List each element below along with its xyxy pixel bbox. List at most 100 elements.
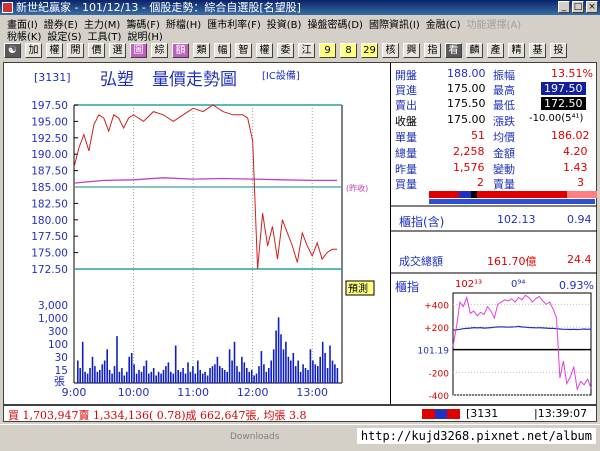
volume-bar <box>287 356 290 384</box>
unit-volume-value: 51 <box>471 129 485 142</box>
close-button[interactable]: × <box>586 1 598 13</box>
toolbar-button[interactable]: 核 <box>382 43 399 58</box>
minimize-button[interactable]: _ <box>558 1 570 13</box>
volume-bar <box>211 366 214 383</box>
menu-item[interactable]: 投資(B) <box>264 16 305 31</box>
toolbar-button[interactable]: 綜 <box>151 43 168 58</box>
bid-label: 買進 <box>395 84 417 97</box>
volume-bar <box>228 349 231 384</box>
menu-item[interactable]: 國際資訊(I) <box>366 16 423 31</box>
volume-bar <box>204 371 206 384</box>
toolbar-button[interactable]: 智 <box>235 43 252 58</box>
volume-bar <box>231 360 233 383</box>
volume-bar <box>165 366 167 383</box>
otc-tick-label: 101.19 <box>418 347 450 357</box>
toolbar-button[interactable]: 權 <box>256 43 273 58</box>
ref-price-tag: (昨收) <box>346 183 368 193</box>
turnover-value: 161.70億 <box>487 255 537 268</box>
bid-value: 175.00 <box>447 82 486 95</box>
menu-item[interactable]: 金融(C) <box>423 16 464 31</box>
toolbar-button[interactable]: ☯ <box>4 43 21 58</box>
volume-bar <box>250 369 253 383</box>
volume-bar <box>157 371 160 384</box>
forecast-marker: 預測 <box>348 282 368 295</box>
status-bar: 買 1,703,947賣 1,334,136( 0.78)成 662,647張,… <box>3 405 597 422</box>
avg-price-label: 均價 <box>493 131 515 144</box>
toolbar-button[interactable]: 幅 <box>214 43 231 58</box>
volume-bar <box>280 334 282 384</box>
toolbar-button[interactable]: 29 <box>361 43 378 58</box>
toolbar-button[interactable]: 開 <box>67 43 84 58</box>
volume-tick-label: 1,000 <box>38 313 68 325</box>
volume-bar <box>177 369 179 383</box>
toolbar-button[interactable]: 麟 <box>466 43 483 58</box>
toolbar-button[interactable]: 指 <box>424 43 441 58</box>
volume-bar <box>135 373 138 383</box>
toolbar-button[interactable]: 看 <box>445 43 462 58</box>
open-value: 188.00 <box>447 67 486 80</box>
volume-bar <box>77 360 79 383</box>
toolbar-button[interactable]: 類 <box>193 43 210 58</box>
volume-bar <box>216 356 219 384</box>
industry-tag: [IC設備] <box>262 69 300 82</box>
toolbar-button[interactable]: 江 <box>298 43 315 58</box>
stock-code-input[interactable]: [3131 <box>466 407 498 420</box>
volume-bar <box>272 349 275 384</box>
volume-bar <box>223 369 226 383</box>
volume-bar <box>258 366 260 383</box>
change-label: 漲跌 <box>493 115 515 128</box>
otc-tick-label: +400 <box>424 301 449 311</box>
buy-sell-bar <box>429 191 459 198</box>
volume-bar <box>214 364 216 384</box>
volume-bar <box>108 369 111 383</box>
toolbar-button[interactable]: 基 <box>529 43 546 58</box>
total-volume-value: 2,258 <box>453 145 485 158</box>
toolbar-button[interactable]: 精 <box>508 43 525 58</box>
toolbar-button[interactable]: 產 <box>487 43 504 58</box>
volume-bar <box>294 366 297 383</box>
volume-bar <box>282 349 285 384</box>
toolbar-button[interactable]: 委 <box>277 43 294 58</box>
price-tick-label: 177.50 <box>31 231 68 243</box>
toolbar-button[interactable]: 興 <box>403 43 420 58</box>
toolbar-button[interactable]: 選 <box>109 43 126 58</box>
yest-volume-value: 1,576 <box>453 161 485 174</box>
menu-item[interactable]: 操盤密碼(D) <box>304 16 366 31</box>
otc-index-line <box>452 294 592 392</box>
volume-bar <box>150 371 153 384</box>
toolbar-button[interactable]: 加 <box>25 43 42 58</box>
volume-bar <box>128 356 130 384</box>
volume-bar <box>111 373 113 383</box>
chart-canvas: [3131] 弘塑 量價走勢圖 [IC設備] 197.50 195.00 192.50 190… <box>31 69 375 399</box>
volume-bar <box>179 371 182 384</box>
buy-sell-bar <box>567 191 597 198</box>
volume-bar <box>152 368 155 383</box>
toolbar-button[interactable]: 價 <box>88 43 105 58</box>
menu-item[interactable]: 掰檔(H) <box>163 16 204 31</box>
menu-item[interactable]: 匯市利率(F) <box>204 16 264 31</box>
toolbar-button[interactable]: 9 <box>319 43 336 58</box>
time-tick-label: 13:00 <box>296 386 328 399</box>
high-value: 197.50 <box>541 82 586 95</box>
toolbar-button[interactable]: 8 <box>340 43 357 58</box>
volume-bar <box>160 373 162 383</box>
taskbar-item[interactable]: Downloads <box>230 429 279 445</box>
volume-bar <box>246 368 248 383</box>
toolbar-button[interactable]: 圖 <box>130 43 147 58</box>
volume-bar <box>96 371 99 384</box>
volume-bar <box>197 360 199 383</box>
volume-bar <box>155 375 157 383</box>
sell-qty-label: 賣量 <box>493 178 515 191</box>
volume-bar <box>321 341 324 384</box>
amp-value: 13.51% <box>551 67 593 80</box>
toolbar-button[interactable]: 額 <box>172 43 189 58</box>
volume-bar <box>79 368 81 383</box>
volume-bar <box>140 371 143 384</box>
toolbar-button[interactable]: 權 <box>46 43 63 58</box>
toolbar-button[interactable]: 投 <box>550 43 567 58</box>
amount-value: 4.20 <box>563 145 588 158</box>
volume-bar <box>148 373 150 383</box>
buy-sell-bar-lower <box>429 199 595 204</box>
maximize-button[interactable]: □ <box>572 1 584 13</box>
quote-panel: [3131] 弘塑 量價走勢圖 [IC設備] 197.50 195.00 192.50 190… <box>3 62 597 405</box>
